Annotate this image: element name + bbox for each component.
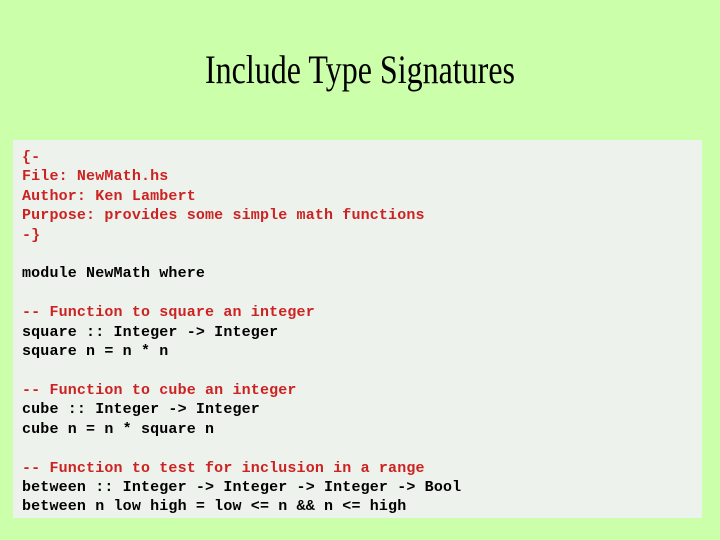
- code-line: square :: Integer -> Integer: [22, 323, 279, 341]
- code-line: -- Function to test for inclusion in a r…: [22, 459, 425, 477]
- code-line: between :: Integer -> Integer -> Integer…: [22, 478, 462, 496]
- code-line: between n low high = low <= n && n <= hi…: [22, 498, 407, 516]
- code-line: cube :: Integer -> Integer: [22, 401, 260, 419]
- code-listing: {- File: NewMath.hs Author: Ken Lambert Pur…: [22, 148, 702, 517]
- code-panel: {- File: NewMath.hs Author: Ken Lambert Pur…: [13, 140, 702, 518]
- page-title: Include Type Signatures: [205, 47, 515, 92]
- code-line: Purpose: provides some simple math funct…: [22, 207, 425, 225]
- code-line: -}: [22, 226, 41, 244]
- code-line: module NewMath where: [22, 265, 206, 283]
- code-line: {-: [22, 149, 41, 166]
- code-line: -- Function to square an integer: [22, 304, 315, 322]
- slide: Include Type Signatures {- File: NewMath.…: [0, 0, 720, 540]
- code-line: Author: Ken Lambert: [22, 187, 196, 205]
- code-line: square n = n * n: [22, 343, 169, 361]
- code-line: cube n = n * square n: [22, 420, 215, 438]
- code-line: -- Function to cube an integer: [22, 381, 297, 399]
- code-line: File: NewMath.hs: [22, 168, 169, 186]
